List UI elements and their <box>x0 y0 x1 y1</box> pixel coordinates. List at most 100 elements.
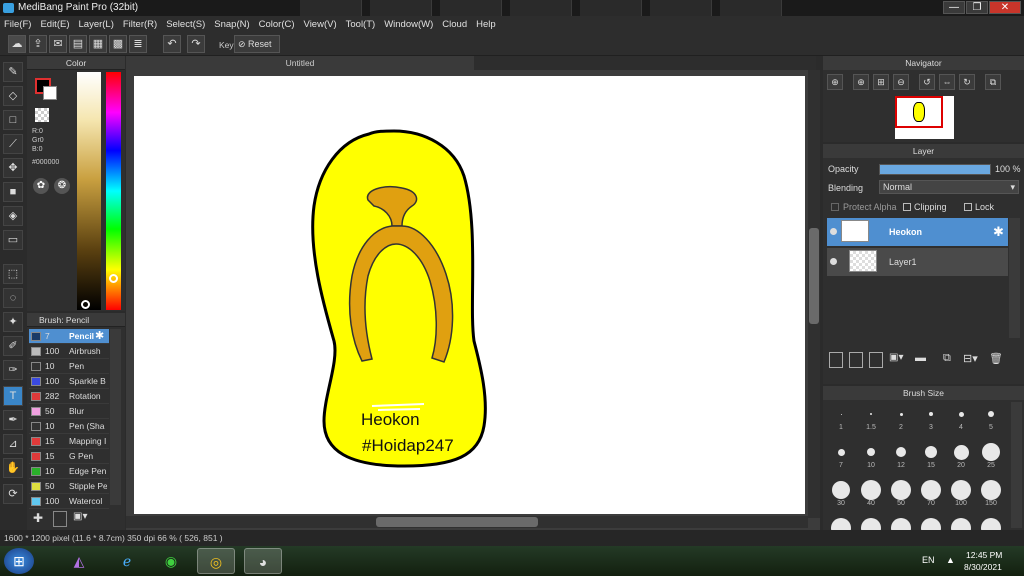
menu-help[interactable]: Help <box>476 19 496 30</box>
layer-list-scrollbar[interactable] <box>1009 218 1020 338</box>
zoom-in-icon[interactable]: ⊕ <box>853 74 869 90</box>
zoom-out-icon[interactable]: ⊖ <box>893 74 909 90</box>
menu-select[interactable]: Select(S) <box>166 19 205 30</box>
rotate-right-icon[interactable]: ↻ <box>959 74 975 90</box>
brush-gear-icon[interactable]: ✱ <box>95 329 104 344</box>
brush-size-option[interactable] <box>886 518 916 530</box>
blending-select[interactable]: Normal ▾ <box>879 180 1019 194</box>
brush-item[interactable]: 10 Pen (Sha <box>29 419 109 434</box>
document-tab[interactable]: Untitled <box>126 56 474 70</box>
fill-rect-tool-icon[interactable]: ■ <box>3 182 23 202</box>
rotate-left-icon[interactable]: ↺ <box>919 74 935 90</box>
redo-icon[interactable]: ↷ <box>187 35 205 53</box>
navigator-thumbnail[interactable] <box>895 96 954 139</box>
hand-tool-icon[interactable]: ✋ <box>3 458 23 478</box>
clock-time[interactable]: 12:45 PM <box>966 550 1002 560</box>
vertical-scroll-thumb[interactable] <box>809 228 819 324</box>
dot-tool-icon[interactable]: ⟋ <box>3 134 23 154</box>
eraser-tool-icon[interactable]: ◇ <box>3 86 23 106</box>
clock-date[interactable]: 8/30/2021 <box>964 562 1002 572</box>
add-brush-icon[interactable]: ✚ <box>33 511 49 527</box>
layer-row[interactable]: Layer1 <box>827 248 1008 276</box>
brush-size-option[interactable]: 7 <box>826 442 856 478</box>
brush-size-option[interactable] <box>826 518 856 530</box>
merge-layer-icon[interactable]: ⊟▾ <box>963 352 983 368</box>
saturation-value-gradient[interactable] <box>77 72 101 310</box>
select-pen-tool-icon[interactable]: ✐ <box>3 336 23 356</box>
brush-size-option[interactable]: 30 <box>826 480 856 516</box>
medibang-taskbar-icon[interactable]: ◕ <box>244 548 282 574</box>
start-button[interactable]: ⊞ <box>4 548 34 574</box>
close-button[interactable]: ✕ <box>989 1 1021 14</box>
brush-size-option[interactable]: 1 <box>826 404 856 440</box>
undo-icon[interactable]: ↶ <box>163 35 181 53</box>
opacity-slider[interactable] <box>879 164 991 175</box>
select-rect-tool-icon[interactable]: □ <box>3 110 23 130</box>
comment-icon[interactable]: ✉ <box>49 35 67 53</box>
brush-item[interactable]: 15 Mapping I <box>29 434 109 449</box>
operation-tool-icon[interactable]: ✒ <box>3 410 23 430</box>
brush-size-option[interactable]: 10 <box>856 442 886 478</box>
delete-layer-icon[interactable]: 🗑 <box>989 352 1005 368</box>
canvas-horizontal-scrollbar[interactable] <box>126 516 808 528</box>
brush-size-option[interactable]: 50 <box>886 480 916 516</box>
menu-cloud[interactable]: Cloud <box>442 19 467 30</box>
move-tool-icon[interactable]: ✥ <box>3 158 23 178</box>
brush-size-option[interactable]: 15 <box>916 442 946 478</box>
reset-button[interactable]: ⊘ Reset <box>234 35 280 53</box>
gradient-tool-icon[interactable]: ▭ <box>3 230 23 250</box>
brush-size-scrollbar[interactable] <box>1011 402 1022 528</box>
brush-size-option[interactable]: 12 <box>886 442 916 478</box>
brush-item[interactable]: 100 Watercol <box>29 494 109 509</box>
brush-item[interactable]: 7 Pencil ✱ <box>29 329 109 344</box>
eyedropper-tool-icon[interactable]: ⊿ <box>3 434 23 454</box>
brush-item[interactable]: 15 G Pen <box>29 449 109 464</box>
brush-size-option[interactable]: 100 <box>946 480 976 516</box>
brush-item[interactable]: 10 Edge Pen <box>29 464 109 479</box>
brush-item[interactable]: 50 Blur <box>29 404 109 419</box>
marquee-tool-icon[interactable]: ⬚ <box>3 264 23 284</box>
brush-size-option[interactable]: 70 <box>916 480 946 516</box>
brush-size-option[interactable]: 25 <box>976 442 1006 478</box>
brush-item[interactable]: 50 Stipple Pe <box>29 479 109 494</box>
internet-explorer-icon[interactable]: ℯ <box>108 548 146 574</box>
visibility-icon[interactable] <box>830 258 837 265</box>
magic-wand-tool-icon[interactable]: ✦ <box>3 312 23 332</box>
lock-checkbox[interactable] <box>964 203 972 211</box>
brush-menu-icon[interactable]: ▣▾ <box>73 511 93 527</box>
chrome-icon[interactable]: ◎ <box>197 548 235 574</box>
brush-tool-icon[interactable]: ✎ <box>3 62 23 82</box>
brush-list-scrollbar[interactable] <box>110 329 121 505</box>
brush-size-option[interactable]: 1.5 <box>856 404 886 440</box>
color-wheel-icon[interactable]: ❂ <box>54 178 70 194</box>
menu-window[interactable]: Window(W) <box>384 19 433 30</box>
settings-list-icon[interactable]: ≣ <box>129 35 147 53</box>
layer-row[interactable]: Heokon ✱ <box>827 218 1008 246</box>
brush-size-option[interactable] <box>916 518 946 530</box>
bucket-tool-icon[interactable]: ◈ <box>3 206 23 226</box>
flip-icon[interactable]: ⇔ <box>939 74 955 90</box>
brush-size-option[interactable] <box>856 518 886 530</box>
language-indicator[interactable]: EN <box>922 555 935 565</box>
palette-icon[interactable]: ✿ <box>33 178 49 194</box>
horizontal-scroll-thumb[interactable] <box>376 517 538 527</box>
background-color-swatch[interactable] <box>43 86 57 100</box>
brush-size-option[interactable]: 2 <box>886 404 916 440</box>
brush-size-option[interactable]: 3 <box>916 404 946 440</box>
protect-alpha-checkbox[interactable] <box>831 203 839 211</box>
menu-layer[interactable]: Layer(L) <box>79 19 114 30</box>
upload-icon[interactable]: ⇪ <box>29 35 47 53</box>
fit-window-icon[interactable]: ⊞ <box>873 74 889 90</box>
menu-file[interactable]: File(F) <box>4 19 31 30</box>
brush-size-option[interactable]: 4 <box>946 404 976 440</box>
menu-filter[interactable]: Filter(R) <box>123 19 157 30</box>
brush-size-option[interactable]: 40 <box>856 480 886 516</box>
gear-icon[interactable]: ✱ <box>993 218 1004 246</box>
brush-size-option[interactable]: 20 <box>946 442 976 478</box>
cloud-icon[interactable]: ☁ <box>8 35 26 53</box>
brush-item[interactable]: 100 Airbrush <box>29 344 109 359</box>
visibility-icon[interactable] <box>830 228 837 235</box>
brush-item[interactable]: 10 Pen <box>29 359 109 374</box>
navigator-settings-icon[interactable]: ⧉ <box>985 74 1001 90</box>
brush-item[interactable]: 100 Sparkle B <box>29 374 109 389</box>
